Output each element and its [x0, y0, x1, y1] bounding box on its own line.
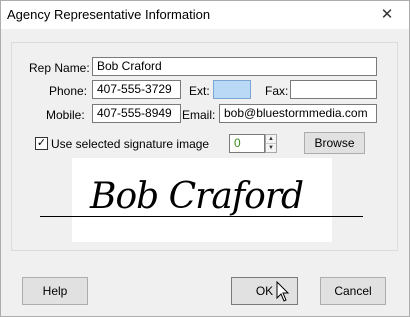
rep-name-input[interactable]: Bob Craford: [92, 57, 377, 76]
signature-index-spinner[interactable]: ▲ ▼: [265, 134, 277, 153]
ext-label: Ext:: [189, 84, 210, 98]
cancel-button[interactable]: Cancel: [320, 277, 386, 305]
use-signature-checkbox[interactable]: ✓: [35, 137, 48, 150]
title-bar: Agency Representative Information ✕: [1, 1, 409, 29]
email-label: Email:: [182, 108, 216, 122]
mobile-label: Mobile:: [46, 108, 85, 122]
phone-input[interactable]: 407-555-3729: [92, 80, 181, 99]
ext-input[interactable]: [213, 80, 251, 99]
help-button[interactable]: Help: [22, 277, 88, 305]
signature-image: Bob Craford: [90, 176, 304, 217]
browse-button[interactable]: Browse: [304, 132, 365, 154]
mobile-input[interactable]: 407-555-8949: [92, 104, 181, 123]
fax-label: Fax:: [265, 84, 289, 98]
email-input[interactable]: bob@bluestormmedia.com: [219, 104, 377, 123]
phone-label: Phone:: [49, 84, 88, 98]
mouse-pointer-icon: [276, 281, 290, 302]
spin-down-icon[interactable]: ▼: [266, 143, 276, 152]
fax-input[interactable]: [290, 80, 377, 99]
spin-up-icon[interactable]: ▲: [266, 135, 276, 143]
rep-name-label: Rep Name:: [29, 61, 90, 75]
use-signature-label[interactable]: Use selected signature image: [51, 137, 209, 151]
window-title: Agency Representative Information: [7, 7, 211, 22]
signature-index-input[interactable]: 0: [229, 134, 265, 153]
close-icon[interactable]: ✕: [365, 1, 409, 29]
